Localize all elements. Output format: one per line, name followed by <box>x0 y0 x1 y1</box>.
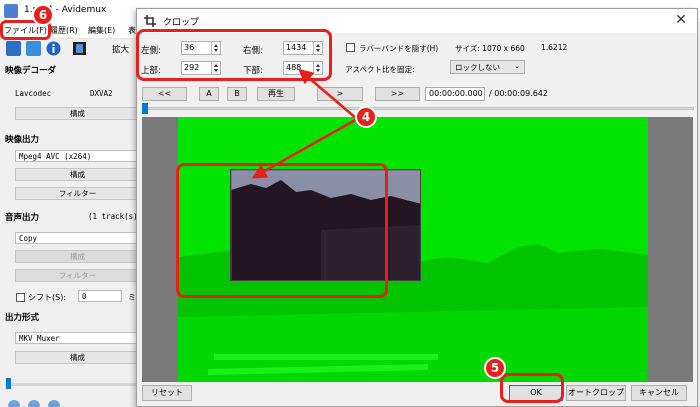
muxer-select[interactable]: MKV Muxer <box>15 332 140 344</box>
ok-button[interactable]: OK <box>509 385 563 401</box>
right-crop-value: 1434 <box>286 43 307 52</box>
audio-codec-select[interactable]: Copy <box>15 232 140 244</box>
top-crop-value: 292 <box>184 63 200 72</box>
bottom-label: 下部: <box>243 66 263 76</box>
menu-edit[interactable]: 編集(E) <box>88 25 115 36</box>
seek-slider-track[interactable] <box>142 107 694 110</box>
main-timeline-track[interactable] <box>5 383 140 386</box>
left-panel: 映像デコーダ Lavcodec DXVA2 構成 映像出力 Mpeg4 AVC … <box>0 60 140 407</box>
marker-b-button[interactable]: B <box>227 87 247 101</box>
total-time: / 00:00:09.642 <box>489 89 548 98</box>
save-icon[interactable] <box>26 41 41 56</box>
spin-arrows-icon[interactable] <box>211 62 220 74</box>
shift-label: シフト(S): <box>28 293 67 302</box>
muxer-config-button[interactable]: 構成 <box>15 351 140 364</box>
decoder-name: Lavcodec <box>15 89 52 98</box>
crop-overlay-region <box>178 117 648 382</box>
left-label: 左側: <box>141 46 161 56</box>
crop-icon <box>144 15 156 27</box>
dialog-titlebar: クロップ ✕ <box>137 9 697 33</box>
shift-checkbox[interactable] <box>16 293 25 302</box>
left-crop-input[interactable]: 36 <box>181 41 221 55</box>
transport-button[interactable] <box>48 400 60 407</box>
video-filters-button[interactable]: フィルター <box>15 187 140 200</box>
menu-history[interactable]: 履歴(R) <box>50 25 78 36</box>
shift-value-input[interactable]: 0 <box>78 290 122 302</box>
menu-bar: ファイル(F) 履歴(R) 編集(E) 表 <box>0 22 140 39</box>
step-4-badge: 4 <box>355 106 377 128</box>
film-icon[interactable] <box>72 41 87 56</box>
dialog-title: クロップ <box>163 18 200 28</box>
rubber-band-checkbox[interactable] <box>346 43 355 52</box>
decoder-value: DXVA2 <box>90 89 113 98</box>
shift-unit: ミ <box>128 293 136 302</box>
marker-a-button[interactable]: A <box>199 87 219 101</box>
menu-more[interactable]: 表 <box>128 25 136 36</box>
spin-arrows-icon[interactable] <box>211 42 220 54</box>
step-5-badge: 5 <box>484 357 506 379</box>
audio-filters-button[interactable]: フィルター <box>15 269 140 282</box>
app-icon <box>4 4 18 18</box>
video-codec-select[interactable]: Mpeg4 AVC (x264) <box>15 150 140 162</box>
left-crop-value: 36 <box>184 43 195 52</box>
cropped-preview-image <box>230 169 421 281</box>
close-icon[interactable]: ✕ <box>673 12 689 28</box>
menu-file[interactable]: ファイル(F) <box>4 25 47 36</box>
aspect-lock-label: アスペクト比を固定: <box>345 65 415 74</box>
aspect-lock-value: ロックしない <box>455 63 500 72</box>
info-icon[interactable] <box>46 41 61 56</box>
rubber-band-label: ラバーバンドを隠す(H) <box>359 44 439 53</box>
video-preview[interactable] <box>142 117 693 382</box>
spin-arrows-icon[interactable] <box>313 42 322 54</box>
top-label: 上部: <box>141 66 161 76</box>
last-frame-button[interactable]: >> <box>375 87 420 101</box>
play-button[interactable]: 再生 <box>257 87 295 101</box>
video-output-title: 映像出力 <box>5 135 40 145</box>
chevron-down-icon: ⌄ <box>514 62 520 70</box>
video-config-button[interactable]: 構成 <box>15 168 140 181</box>
top-crop-input[interactable]: 292 <box>181 61 221 75</box>
decoder-config-button[interactable]: 構成 <box>15 107 140 120</box>
spin-arrows-icon[interactable] <box>313 62 322 74</box>
size-label: サイズ: 1070 x 660 <box>455 44 525 53</box>
output-format-title: 出力形式 <box>5 313 40 323</box>
bottom-crop-value: 488 <box>286 63 302 72</box>
crop-dialog: クロップ ✕ 左側: 36 右側: 1434 上部: 292 下部: 488 ラ… <box>136 8 698 407</box>
audio-output-title: 音声出力 <box>5 213 40 223</box>
transport-button[interactable] <box>8 400 20 407</box>
first-frame-button[interactable]: << <box>142 87 187 101</box>
video-decoder-title: 映像デコーダ <box>5 66 57 76</box>
next-frame-button[interactable]: > <box>317 87 363 101</box>
aspect-lock-select[interactable]: ロックしない ⌄ <box>450 60 525 74</box>
reset-button[interactable]: リセット <box>142 385 192 401</box>
current-time-field[interactable]: 00:00:00.000 <box>425 87 485 101</box>
cancel-button[interactable]: キャンセル <box>631 385 687 401</box>
zoom-label: 拡大 <box>112 45 130 55</box>
right-crop-input[interactable]: 1434 <box>283 41 323 55</box>
seek-slider-handle[interactable] <box>142 103 148 114</box>
open-image-icon[interactable] <box>6 41 21 56</box>
bottom-crop-input[interactable]: 488 <box>283 61 323 75</box>
autocrop-button[interactable]: オートクロップ <box>566 385 626 401</box>
main-toolbar: 拡大 <box>0 39 140 60</box>
ratio-value: 1.6212 <box>541 43 568 52</box>
audio-tracks-count: (1 track(s) <box>88 212 138 221</box>
audio-config-button[interactable]: 構成 <box>15 250 140 263</box>
right-label: 右側: <box>243 46 263 56</box>
step-6-badge: 6 <box>32 4 54 26</box>
main-timeline-handle[interactable] <box>6 378 11 389</box>
transport-button[interactable] <box>28 400 40 407</box>
